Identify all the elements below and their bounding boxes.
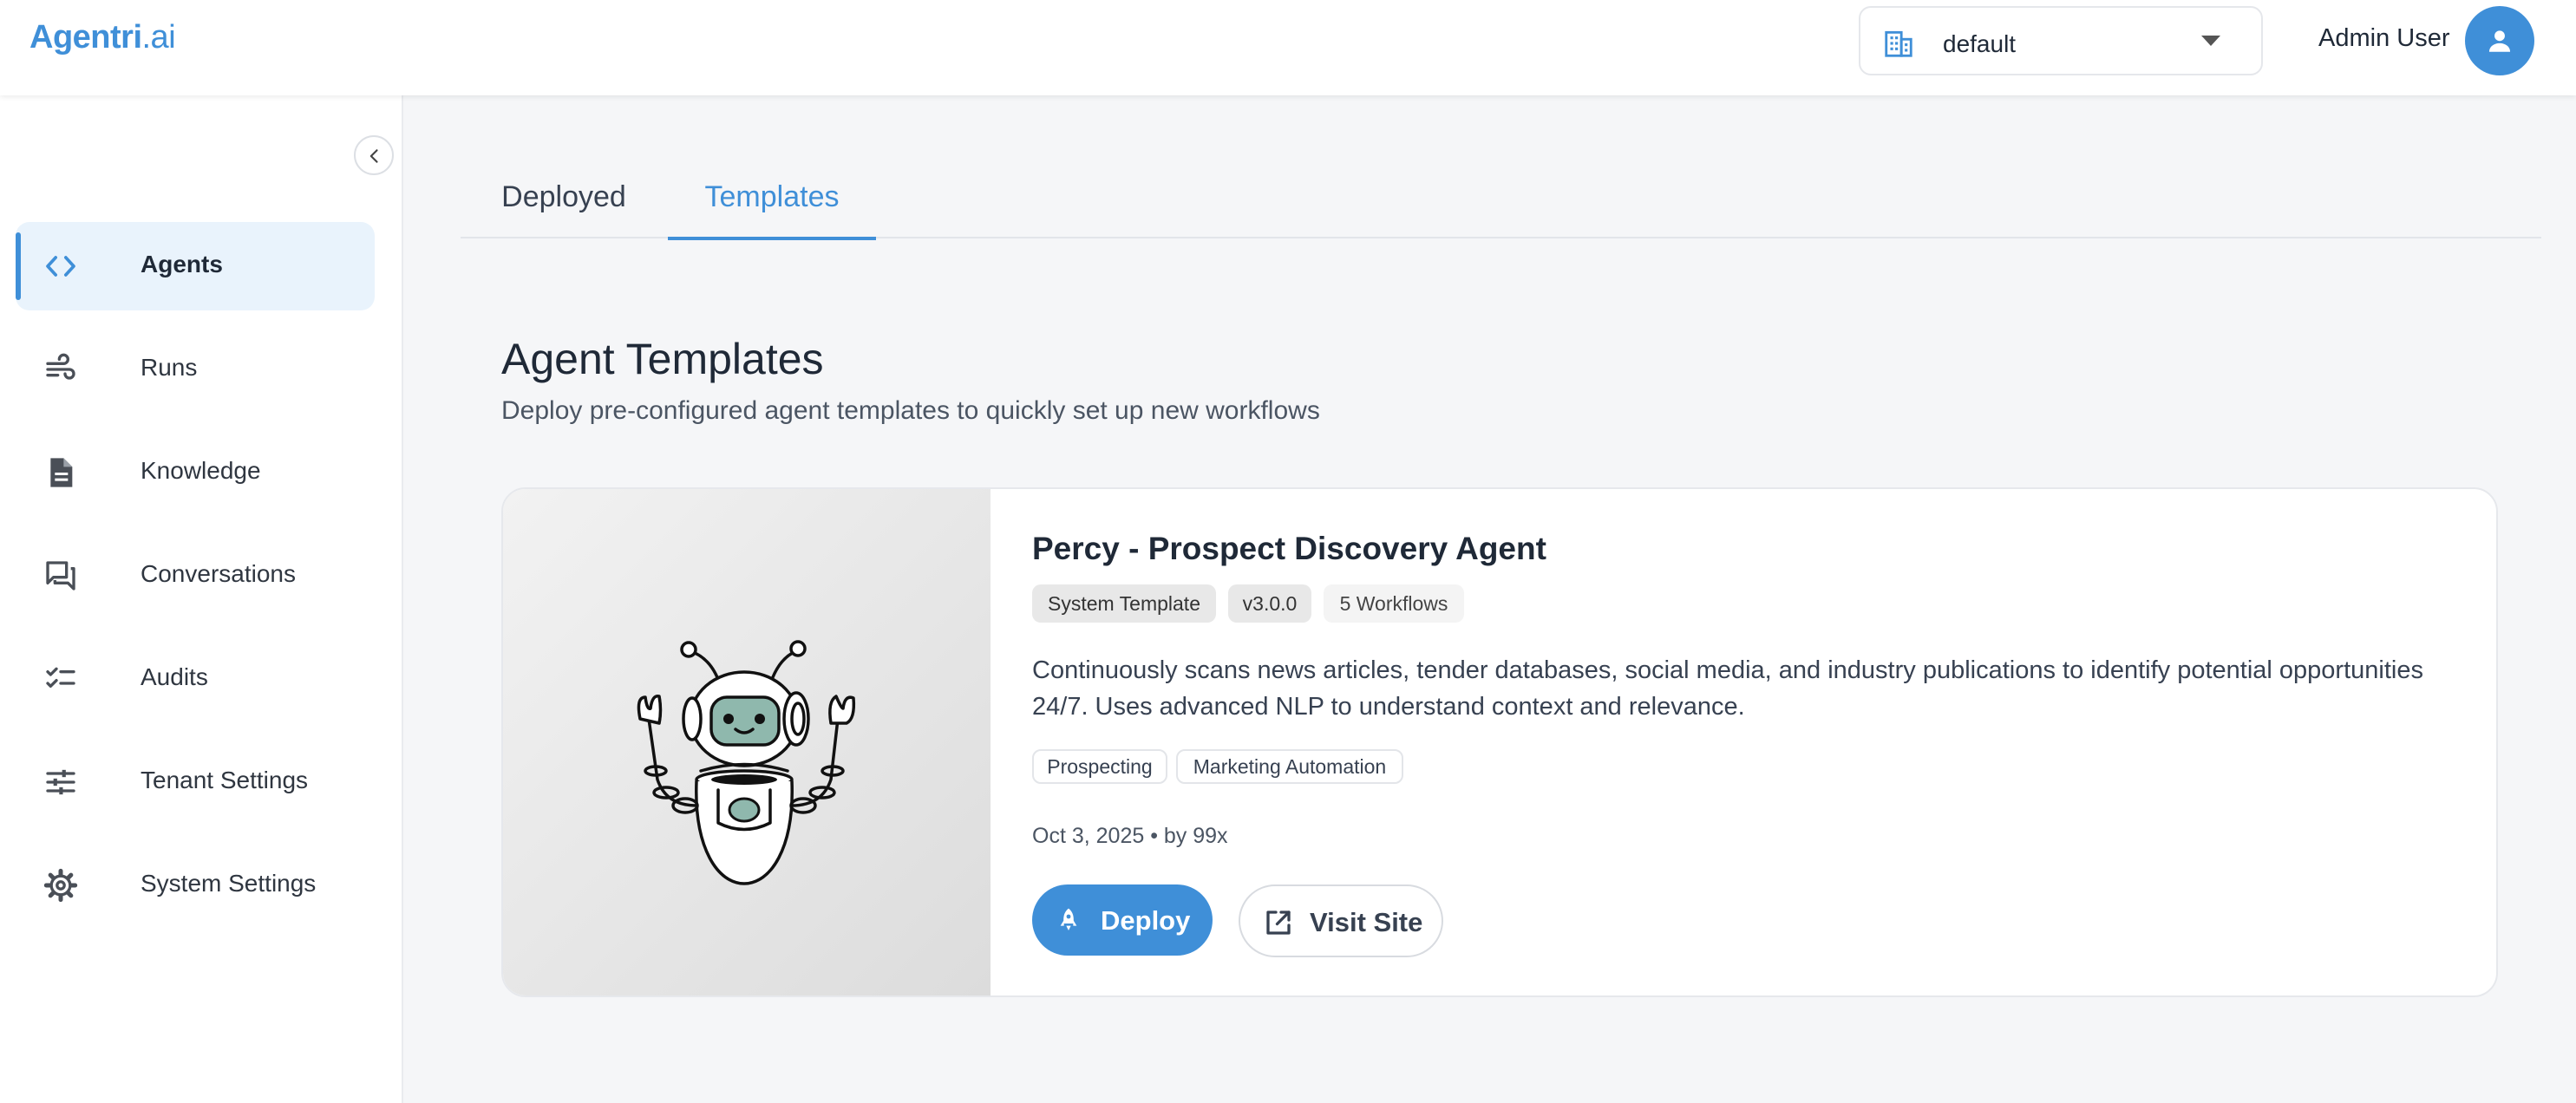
code-icon <box>46 256 75 277</box>
chevron-left-icon <box>369 149 378 163</box>
gear-icon <box>43 868 78 903</box>
sidebar-item-runs[interactable]: Runs <box>16 325 375 414</box>
tenant-select[interactable]: default <box>1859 6 2263 75</box>
logo-main: Agentri <box>29 19 142 55</box>
sidebar-item-label: Audits <box>141 663 208 690</box>
page-subtitle: Deploy pre-configured agent templates to… <box>501 396 1320 425</box>
person-icon <box>2488 30 2511 52</box>
sidebar-item-tenant-settings[interactable]: Tenant Settings <box>16 738 375 826</box>
avatar[interactable] <box>2465 6 2534 75</box>
logo-suffix: .ai <box>141 19 176 55</box>
robot-icon <box>637 640 856 885</box>
tag-marketing-automation: Marketing Automation <box>1176 749 1403 784</box>
user-name: Admin User <box>2318 24 2450 52</box>
deploy-button-label: Deploy <box>1101 905 1191 936</box>
sidebar-item-knowledge[interactable]: Knowledge <box>16 428 375 517</box>
app-logo[interactable]: Agentri.ai <box>29 19 176 56</box>
template-image <box>503 489 991 995</box>
forum-icon <box>46 561 75 591</box>
visit-site-button-label: Visit Site <box>1310 907 1423 937</box>
sidebar-item-agents[interactable]: Agents <box>16 222 375 310</box>
sliders-icon <box>46 769 75 795</box>
system-template-badge: System Template <box>1032 584 1216 623</box>
tab-deployed[interactable]: Deployed <box>461 156 667 238</box>
sidebar-item-system-settings[interactable]: System Settings <box>16 841 375 930</box>
tag-prospecting: Prospecting <box>1032 749 1167 784</box>
template-meta: Oct 3, 2025 • by 99x <box>1032 824 1228 848</box>
top-bar: Agentri.ai default Admin User <box>0 0 2576 95</box>
tenant-select-value: default <box>1943 30 2017 57</box>
template-description: Continuously scans news articles, tender… <box>1032 656 2423 721</box>
checklist-icon <box>46 667 75 688</box>
workflows-badge: 5 Workflows <box>1324 584 1464 623</box>
collapse-sidebar-button[interactable] <box>354 135 394 175</box>
deploy-button[interactable]: Deploy <box>1032 884 1213 956</box>
sidebar-item-label: Runs <box>141 354 198 381</box>
caret-down-icon <box>2201 36 2220 46</box>
wind-icon <box>46 353 75 380</box>
sidebar: Agents Runs Knowledge Conversations Audi… <box>0 95 403 1103</box>
sidebar-item-conversations[interactable]: Conversations <box>16 532 375 620</box>
tab-templates[interactable]: Templates <box>668 156 876 240</box>
external-link-icon <box>1266 910 1291 935</box>
page-title: Agent Templates <box>501 335 824 383</box>
visit-site-button[interactable]: Visit Site <box>1239 884 1443 957</box>
template-title: Percy - Prospect Discovery Agent <box>1032 531 1546 566</box>
sidebar-item-label: Conversations <box>141 560 296 587</box>
version-badge: v3.0.0 <box>1228 584 1311 623</box>
rocket-icon <box>1060 908 1077 930</box>
tab-bar: Deployed Templates <box>461 156 2541 240</box>
document-icon <box>50 458 73 487</box>
template-card: Percy - Prospect Discovery Agent System … <box>501 487 2498 997</box>
sidebar-item-audits[interactable]: Audits <box>16 635 375 723</box>
sidebar-item-label: System Settings <box>141 870 317 897</box>
sidebar-item-label: Agents <box>141 251 223 277</box>
sidebar-item-label: Tenant Settings <box>141 767 309 793</box>
building-icon <box>1885 30 1912 57</box>
sidebar-item-label: Knowledge <box>141 457 261 484</box>
